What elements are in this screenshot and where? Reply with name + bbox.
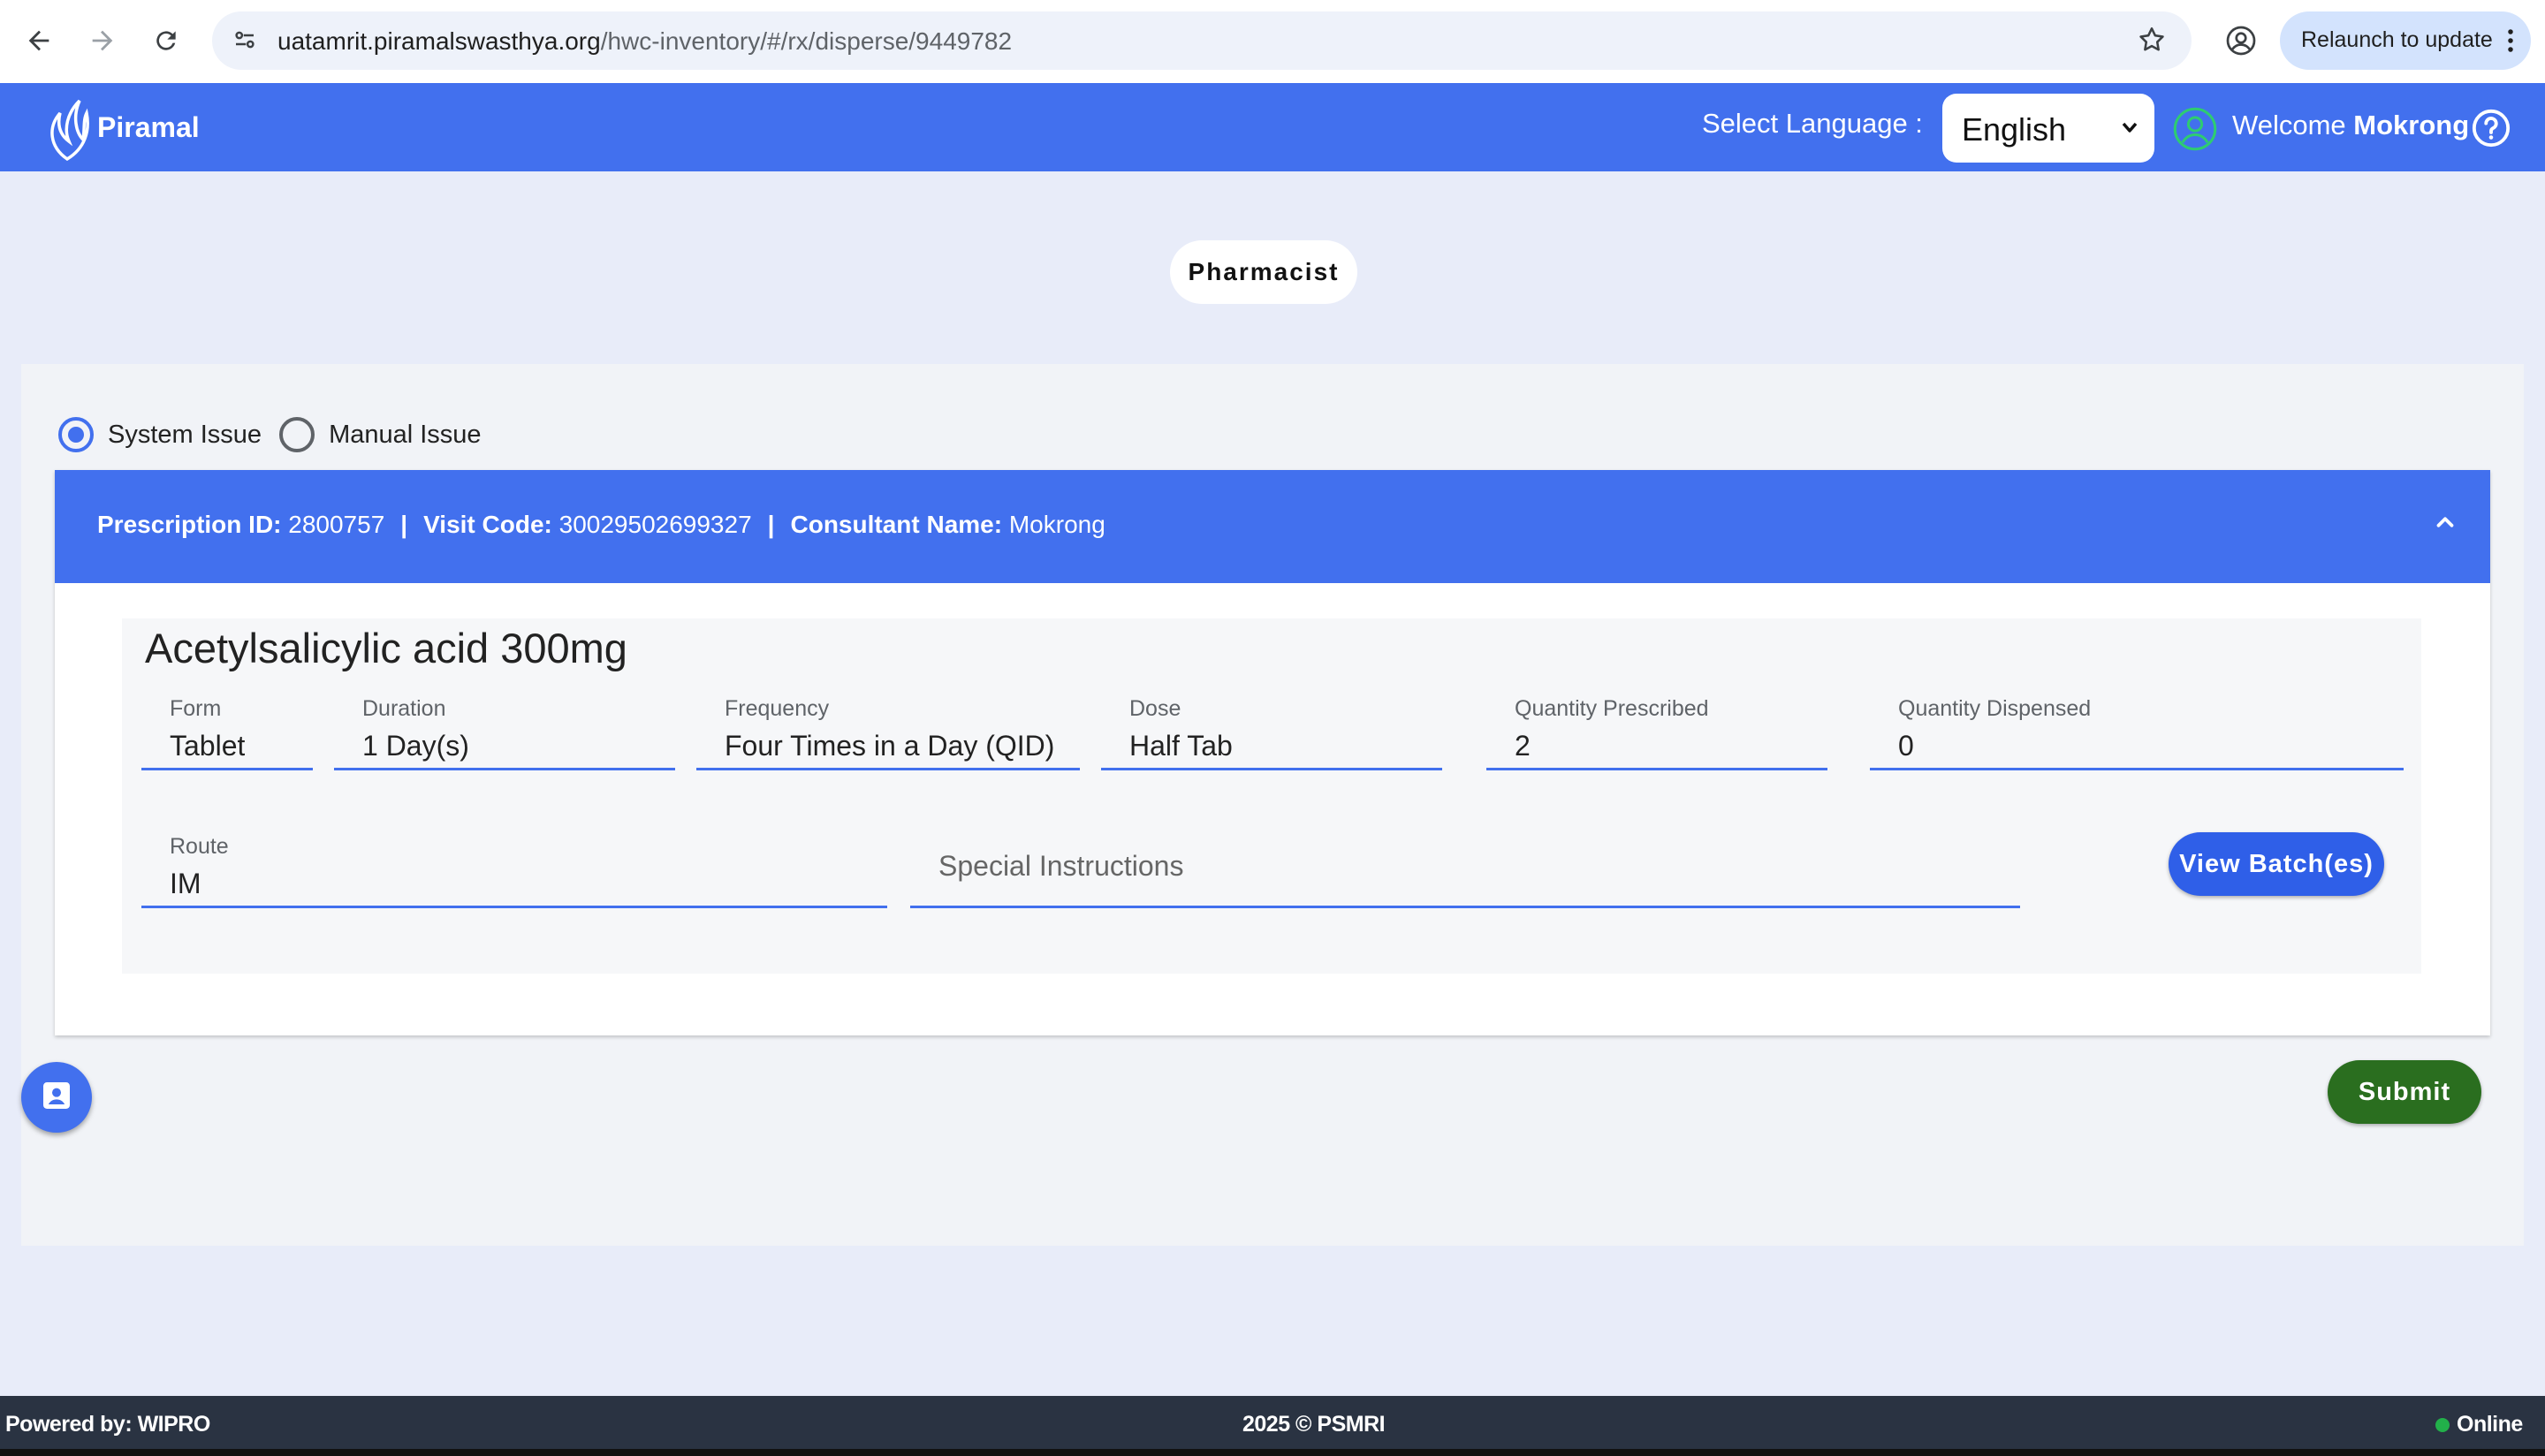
logo-text: Piramal <box>97 110 200 143</box>
contact-card-button[interactable] <box>21 1062 92 1133</box>
quantity-dispensed-label: Quantity Dispensed <box>1898 696 2092 721</box>
user-circle-icon[interactable] <box>2172 106 2218 156</box>
prescription-id-label: Prescription ID: <box>97 511 282 538</box>
welcome-user: Mokrong <box>2353 110 2470 140</box>
visit-code-label: Visit Code: <box>423 511 552 538</box>
relaunch-label: Relaunch to update <box>2301 27 2493 52</box>
consultant-name-label: Consultant Name: <box>790 511 1003 538</box>
view-batches-button[interactable]: View Batch(es) <box>2169 832 2384 896</box>
dose-value: Half Tab <box>1129 730 1233 762</box>
prescription-info: Prescription ID: 2800757 | Visit Code: 300… <box>97 511 1105 539</box>
language-select[interactable]: English <box>1942 94 2154 163</box>
chevron-down-icon <box>2119 117 2140 142</box>
form-value: Tablet <box>170 730 246 762</box>
drug-name: Acetylsalicylic acid 300mg <box>145 625 627 671</box>
copyright-text: 2025 © PSMRI <box>1242 1412 1386 1437</box>
bookmark-star-icon[interactable] <box>2137 25 2167 59</box>
route-label: Route <box>170 834 229 859</box>
route-field[interactable]: Route IM <box>141 834 887 908</box>
quantity-prescribed-label: Quantity Prescribed <box>1515 696 1709 721</box>
piramal-flame-icon <box>50 99 89 161</box>
footer: Powered by: WIPRO 2025 © PSMRI Online <box>0 1396 2545 1449</box>
bottom-strip <box>0 1449 2545 1456</box>
url-text: uatamrit.piramalswasthya.org/hwc-invento… <box>277 27 1012 56</box>
frequency-value: Four Times in a Day (QID) <box>725 730 1055 762</box>
issue-type-group: System Issue Manual Issue <box>58 415 499 454</box>
manual-issue-label[interactable]: Manual Issue <box>329 421 482 450</box>
role-badge: Pharmacist <box>1170 240 1357 304</box>
forward-arrow-icon[interactable] <box>81 19 124 62</box>
online-status-label: Online <box>2457 1412 2523 1437</box>
special-instructions-input[interactable]: Special Instructions <box>910 834 2020 908</box>
app-header: Piramal Select Language : English Welcom… <box>0 83 2545 171</box>
duration-field[interactable]: Duration 1 Day(s) <box>334 696 675 770</box>
url-host: uatamrit.piramalswasthya.org <box>277 27 601 55</box>
prescription-header[interactable]: Prescription ID: 2800757 | Visit Code: 300… <box>55 470 2490 583</box>
online-status-dot <box>2435 1417 2450 1432</box>
back-arrow-icon[interactable] <box>18 19 60 62</box>
form-field[interactable]: Form Tablet <box>141 696 313 770</box>
relaunch-button[interactable]: Relaunch to update <box>2280 11 2531 70</box>
separator: | <box>767 511 775 538</box>
address-bar[interactable]: uatamrit.piramalswasthya.org/hwc-invento… <box>212 11 2192 70</box>
duration-value: 1 Day(s) <box>362 730 469 762</box>
form-label: Form <box>170 696 222 721</box>
dose-label: Dose <box>1129 696 1181 721</box>
piramal-logo[interactable]: Piramal <box>44 94 200 161</box>
special-instructions-placeholder: Special Instructions <box>938 850 1184 882</box>
profile-icon[interactable] <box>2220 19 2262 62</box>
visit-code-value: 30029502699327 <box>558 511 752 538</box>
welcome-text: Welcome Mokrong <box>2232 110 2469 141</box>
drug-item: Acetylsalicylic acid 300mg Form Tablet D… <box>122 618 2421 974</box>
dose-field[interactable]: Dose Half Tab <box>1101 696 1442 770</box>
kebab-menu-icon[interactable] <box>2506 27 2515 58</box>
manual-issue-radio[interactable] <box>279 417 315 452</box>
frequency-label: Frequency <box>725 696 830 721</box>
frequency-field[interactable]: Frequency Four Times in a Day (QID) <box>696 696 1080 770</box>
quantity-dispensed-field[interactable]: Quantity Dispensed 0 <box>1870 696 2404 770</box>
language-label: Select Language : <box>1702 108 1923 139</box>
url-path: /hwc-inventory/#/rx/disperse/9449782 <box>600 27 1013 55</box>
system-issue-radio[interactable] <box>58 417 94 452</box>
quantity-prescribed-field[interactable]: Quantity Prescribed 2 <box>1486 696 1827 770</box>
contact-card-icon <box>39 1078 74 1118</box>
chevron-up-icon[interactable] <box>2432 509 2458 540</box>
prescription-id-value: 2800757 <box>288 511 385 538</box>
language-value: English <box>1962 111 2067 148</box>
prescription-card: Prescription ID: 2800757 | Visit Code: 300… <box>55 470 2490 1035</box>
separator: | <box>400 511 408 538</box>
quantity-dispensed-value: 0 <box>1898 730 1914 762</box>
route-value: IM <box>170 868 201 899</box>
powered-by-text: Powered by: WIPRO <box>5 1412 210 1437</box>
duration-label: Duration <box>362 696 446 721</box>
welcome-prefix: Welcome <box>2232 110 2346 140</box>
reload-icon[interactable] <box>145 19 187 62</box>
submit-button[interactable]: Submit <box>2328 1060 2481 1124</box>
consultant-name-value: Mokrong <box>1008 511 1105 538</box>
help-icon[interactable] <box>2471 108 2511 153</box>
site-settings-icon[interactable] <box>232 27 258 57</box>
online-status: Online <box>2435 1412 2523 1437</box>
dispense-panel: System Issue Manual Issue Prescription I… <box>21 364 2524 1246</box>
browser-toolbar: uatamrit.piramalswasthya.org/hwc-invento… <box>0 0 2545 83</box>
quantity-prescribed-value: 2 <box>1515 730 1531 762</box>
system-issue-label[interactable]: System Issue <box>108 421 262 450</box>
